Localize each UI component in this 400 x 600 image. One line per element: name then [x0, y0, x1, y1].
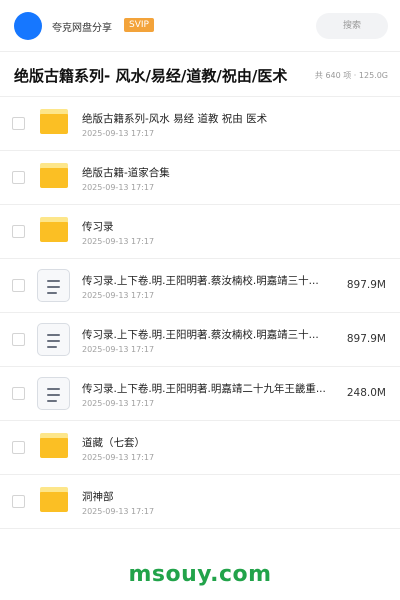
file-list: 绝版古籍系列-风水 易经 道教 祝由 医术 2025-09-13 17:17 绝版古…: [0, 97, 400, 529]
item-date: 2025-09-13 17:17: [82, 129, 155, 138]
list-item[interactable]: 绝版古籍-道家合集 2025-09-13 17:17: [0, 151, 400, 205]
select-checkbox[interactable]: [12, 387, 25, 400]
list-item[interactable]: 传习录.上下卷.明.王阳明著.蔡汝楠校.明嘉靖三十... 2025-09-13 1…: [0, 313, 400, 367]
item-size: 897.9M: [346, 333, 386, 345]
item-name: 传习录.上下卷.明.王阳明著.明嘉靖二十九年王畿重...: [82, 383, 326, 395]
item-name: 传习录.上下卷.明.王阳明著.蔡汝楠校.明嘉靖三十...: [82, 275, 319, 287]
list-item[interactable]: 传习录.上下卷.明.王阳明著.明嘉靖二十九年王畿重... 2025-09-13 1…: [0, 367, 400, 421]
avatar[interactable]: [14, 12, 42, 40]
item-name: 传习录: [82, 221, 114, 233]
list-item[interactable]: 传习录.上下卷.明.王阳明著.蔡汝楠校.明嘉靖三十... 2025-09-13 1…: [0, 259, 400, 313]
select-checkbox[interactable]: [12, 279, 25, 292]
page-title: 绝版古籍系列- 风水/易经/道教/祝由/医术: [14, 67, 288, 85]
item-name: 绝版古籍系列-风水 易经 道教 祝由 医术: [82, 113, 268, 125]
select-checkbox[interactable]: [12, 333, 25, 346]
document-icon: [37, 269, 70, 302]
document-icon: [37, 377, 70, 410]
item-name: 绝版古籍-道家合集: [82, 167, 170, 179]
folder-icon: [38, 108, 70, 140]
item-date: 2025-09-13 17:17: [82, 507, 155, 516]
select-checkbox[interactable]: [12, 495, 25, 508]
search-input[interactable]: 搜索: [316, 13, 388, 39]
item-date: 2025-09-13 17:17: [82, 291, 155, 300]
folder-icon: [38, 432, 70, 464]
share-page: 夸克网盘分享 SVIP 搜索 绝版古籍系列- 风水/易经/道教/祝由/医术 共 …: [0, 0, 400, 600]
item-date: 2025-09-13 17:17: [82, 237, 155, 246]
item-date: 2025-09-13 17:17: [82, 183, 155, 192]
header: 夸克网盘分享 SVIP 搜索: [0, 0, 400, 52]
item-name: 道藏（七套）: [82, 437, 145, 449]
folder-icon: [38, 486, 70, 518]
item-size: 897.9M: [346, 279, 386, 291]
list-item[interactable]: 道藏（七套） 2025-09-13 17:17: [0, 421, 400, 475]
item-date: 2025-09-13 17:17: [82, 399, 155, 408]
item-date: 2025-09-13 17:17: [82, 345, 155, 354]
select-checkbox[interactable]: [12, 171, 25, 184]
folder-icon: [38, 216, 70, 248]
item-name: 洞神部: [82, 491, 114, 503]
item-date: 2025-09-13 17:17: [82, 453, 155, 462]
share-name: 夸克网盘分享: [52, 23, 112, 34]
select-checkbox[interactable]: [12, 225, 25, 238]
list-item[interactable]: 洞神部 2025-09-13 17:17: [0, 475, 400, 529]
select-checkbox[interactable]: [12, 441, 25, 454]
document-icon: [37, 323, 70, 356]
select-checkbox[interactable]: [12, 117, 25, 130]
item-name: 传习录.上下卷.明.王阳明著.蔡汝楠校.明嘉靖三十...: [82, 329, 319, 341]
item-size: 248.0M: [346, 387, 386, 399]
title-bar: 绝版古籍系列- 风水/易经/道教/祝由/医术 共 640 项 · 125.0G: [0, 53, 400, 97]
site-watermark: msouy.com: [128, 562, 272, 587]
list-item[interactable]: 绝版古籍系列-风水 易经 道教 祝由 医术 2025-09-13 17:17: [0, 97, 400, 151]
item-summary: 共 640 项 · 125.0G: [314, 71, 388, 80]
svip-badge: SVIP: [124, 18, 154, 32]
list-item[interactable]: 传习录 2025-09-13 17:17: [0, 205, 400, 259]
folder-icon: [38, 162, 70, 194]
